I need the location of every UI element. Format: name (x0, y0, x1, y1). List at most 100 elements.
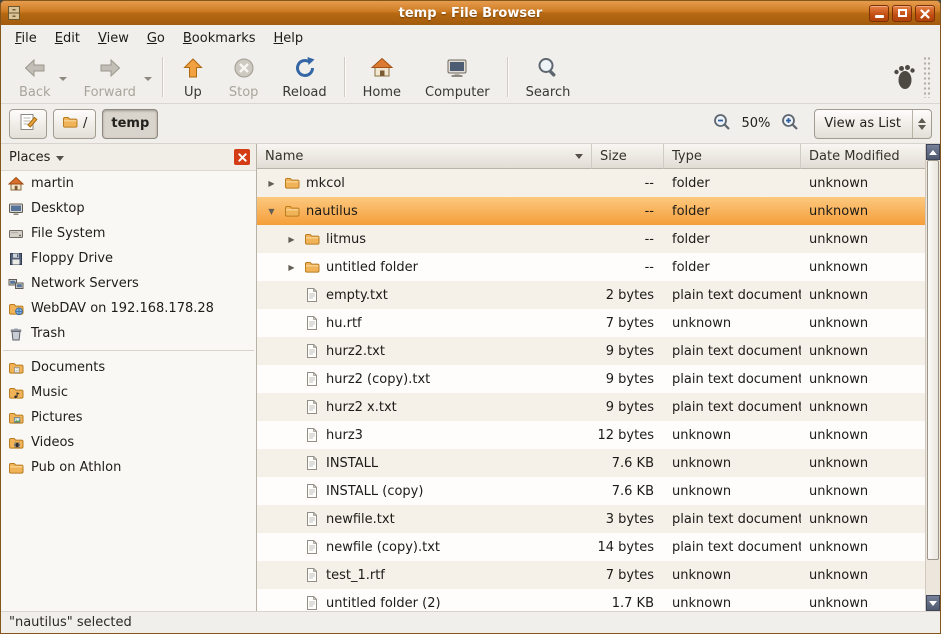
table-row[interactable]: test_1.rtf 7 bytes unknown unknown (257, 561, 925, 589)
menu-go[interactable]: Go (138, 27, 174, 50)
menu-bookmarks[interactable]: Bookmarks (174, 27, 265, 50)
sidebar-item-desktop[interactable]: Desktop (1, 196, 256, 221)
search-button[interactable]: Search (514, 53, 583, 102)
titlebar[interactable]: temp - File Browser (1, 1, 940, 25)
location-edit-toggle-button[interactable] (9, 109, 47, 139)
sidebar-item-floppy[interactable]: Floppy Drive (1, 246, 256, 271)
menu-view[interactable]: View (89, 27, 138, 50)
sidebar-item-pictures[interactable]: Pictures (1, 405, 256, 430)
table-row[interactable]: untitled folder (2) 1.7 KB unknown unkno… (257, 589, 925, 611)
window-controls (869, 5, 935, 22)
search-icon (536, 56, 560, 84)
reload-icon (293, 56, 317, 84)
menu-edit[interactable]: Edit (46, 27, 89, 50)
computer-button[interactable]: Computer (413, 53, 502, 102)
type-cell: plain text document (664, 365, 801, 393)
path-button-root[interactable]: / (53, 109, 96, 139)
scroll-down-button[interactable] (926, 595, 940, 611)
row-expander[interactable]: ▶ (285, 263, 298, 272)
table-row[interactable]: ▼ nautilus -- folder unknown (257, 197, 925, 225)
sidebar-item-filesystem[interactable]: File System (1, 221, 256, 246)
reload-button[interactable]: Reload (270, 53, 338, 102)
date-cell: unknown (801, 225, 925, 253)
zoom-in-button[interactable] (778, 111, 802, 136)
toolbar-grip-handle[interactable] (923, 56, 932, 98)
column-header-date-modified[interactable]: Date Modified (801, 144, 925, 169)
menubar: File Edit View Go Bookmarks Help (1, 25, 940, 51)
sidebar-item-music[interactable]: Music (1, 380, 256, 405)
toolbar-separator (344, 57, 346, 97)
menu-help[interactable]: Help (265, 27, 313, 50)
table-row[interactable]: hurz3 12 bytes unknown unknown (257, 421, 925, 449)
maximize-button[interactable] (892, 5, 912, 22)
places-header[interactable]: Places (1, 144, 256, 171)
type-cell: unknown (664, 477, 801, 505)
table-row[interactable]: hurz2 x.txt 9 bytes plain text document … (257, 393, 925, 421)
sidebar-item-videos[interactable]: Videos (1, 430, 256, 455)
text-file-icon (304, 567, 320, 583)
table-row[interactable]: newfile (copy).txt 14 bytes plain text d… (257, 533, 925, 561)
table-row[interactable]: INSTALL (copy) 7.6 KB unknown unknown (257, 477, 925, 505)
up-button[interactable]: Up (169, 53, 217, 102)
date-cell: unknown (801, 561, 925, 589)
places-sidebar: Places martin Desktop File System Floppy… (1, 144, 257, 611)
type-cell: unknown (664, 449, 801, 477)
table-row[interactable]: empty.txt 2 bytes plain text document un… (257, 281, 925, 309)
table-row[interactable]: INSTALL 7.6 KB unknown unknown (257, 449, 925, 477)
scroll-up-button[interactable] (926, 144, 940, 160)
close-sidebar-button[interactable] (234, 149, 250, 165)
type-cell: folder (664, 197, 801, 225)
table-row[interactable]: hu.rtf 7 bytes unknown unknown (257, 309, 925, 337)
vertical-scrollbar[interactable] (925, 144, 940, 611)
minimize-button[interactable] (869, 5, 889, 22)
sidebar-item-webdav[interactable]: WebDAV on 192.168.178.28 (1, 296, 256, 321)
name-cell: newfile (copy).txt (257, 533, 592, 561)
name-cell: hurz2 x.txt (257, 393, 592, 421)
stop-button[interactable]: Stop (217, 53, 271, 102)
table-row[interactable]: hurz2.txt 9 bytes plain text document un… (257, 337, 925, 365)
row-expander[interactable]: ▼ (265, 207, 278, 216)
path-button-current[interactable]: temp (102, 109, 158, 139)
text-file-icon (304, 455, 320, 471)
name-cell: hu.rtf (257, 309, 592, 337)
row-expander[interactable]: ▶ (285, 235, 298, 244)
scrollbar-trough[interactable] (926, 160, 940, 595)
table-row[interactable]: hurz2 (copy).txt 9 bytes plain text docu… (257, 365, 925, 393)
size-cell: 3 bytes (592, 505, 664, 533)
table-row[interactable]: ▶ litmus -- folder unknown (257, 225, 925, 253)
row-name: hurz2 (copy).txt (326, 372, 430, 387)
view-mode-combo[interactable]: View as List (814, 109, 932, 139)
table-row[interactable]: ▶ untitled folder -- folder unknown (257, 253, 925, 281)
sidebar-item-documents[interactable]: Documents (1, 355, 256, 380)
home-button[interactable]: Home (351, 53, 413, 102)
sidebar-item-network[interactable]: Network Servers (1, 271, 256, 296)
sidebar-item-home[interactable]: martin (1, 171, 256, 196)
table-row[interactable]: ▶ mkcol -- folder unknown (257, 169, 925, 197)
sidebar-item-trash[interactable]: Trash (1, 321, 256, 346)
column-header-name[interactable]: Name (257, 144, 592, 169)
table-row[interactable]: newfile.txt 3 bytes plain text document … (257, 505, 925, 533)
name-cell: INSTALL (257, 449, 592, 477)
file-list-view: Name Size Type Date Modified ▶ mkcol -- … (257, 144, 940, 611)
zoom-out-button[interactable] (710, 111, 734, 136)
sort-indicator-icon (575, 154, 583, 163)
sidebar-item-pub[interactable]: Pub on Athlon (1, 455, 256, 480)
table-header: Name Size Type Date Modified (257, 144, 925, 169)
folder-icon (284, 203, 300, 219)
computer-icon (445, 56, 469, 84)
menu-file[interactable]: File (6, 27, 46, 50)
forward-history-dropdown[interactable] (141, 59, 155, 95)
row-name: test_1.rtf (326, 568, 385, 583)
column-header-size[interactable]: Size (592, 144, 664, 169)
scrollbar-thumb[interactable] (927, 160, 939, 560)
size-cell: 9 bytes (592, 365, 664, 393)
forward-button[interactable]: Forward (72, 53, 148, 102)
back-button[interactable]: Back (7, 53, 63, 102)
column-header-type[interactable]: Type (664, 144, 801, 169)
date-cell: unknown (801, 421, 925, 449)
close-button[interactable] (915, 5, 935, 22)
back-history-dropdown[interactable] (56, 59, 70, 95)
row-expander[interactable]: ▶ (265, 179, 278, 188)
date-cell: unknown (801, 253, 925, 281)
name-cell: ▼ nautilus (257, 197, 592, 225)
